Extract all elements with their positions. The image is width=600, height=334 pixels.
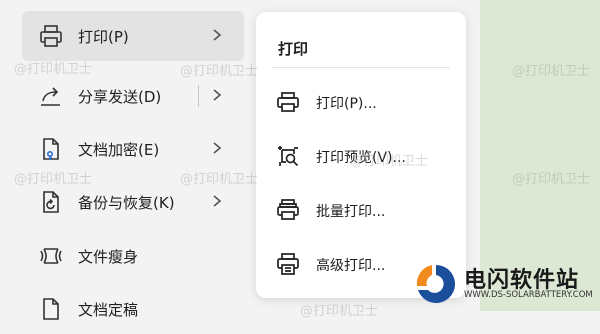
menu-item-label: 文档加密(E) <box>78 141 160 159</box>
file-menu: 打印(P) 分享发送(D) 文档加密(E) 备份与恢复(K) 文件瘦身 文档定稿 <box>0 0 252 320</box>
brand-logo-icon <box>414 262 458 306</box>
submenu-item-label: 高级打印... <box>316 258 386 274</box>
share-icon <box>38 83 64 109</box>
printer-icon <box>276 90 300 114</box>
menu-item-backup[interactable]: 备份与恢复(K) <box>22 177 244 227</box>
menu-item-file-slim[interactable]: 文件瘦身 <box>22 231 244 281</box>
chevron-right-icon <box>210 191 224 211</box>
submenu-item-batch-print[interactable]: 批量打印... <box>268 190 454 230</box>
submenu-title: 打印 <box>278 40 309 58</box>
chevron-right-icon <box>210 138 224 158</box>
advanced-print-icon <box>276 252 300 276</box>
divider <box>198 85 199 107</box>
submenu-item-print[interactable]: 打印(P)... <box>268 82 454 122</box>
menu-item-label: 文件瘦身 <box>78 248 139 266</box>
backup-icon <box>38 189 64 215</box>
menu-item-share[interactable]: 分享发送(D) <box>22 71 244 121</box>
document-finalize-icon <box>38 296 64 322</box>
submenu-item-label: 打印(P)... <box>316 96 377 112</box>
batch-print-icon <box>276 198 300 222</box>
menu-item-encrypt[interactable]: 文档加密(E) <box>22 124 244 174</box>
menu-item-label: 分享发送(D) <box>78 88 162 106</box>
file-slim-icon <box>38 243 64 269</box>
document-lock-icon <box>38 136 64 162</box>
menu-item-print[interactable]: 打印(P) <box>22 11 244 61</box>
submenu-item-print-preview[interactable]: 打印预览(V)... <box>268 136 454 176</box>
divider <box>272 67 450 68</box>
menu-item-label: 打印(P) <box>78 28 129 46</box>
menu-item-label: 文档定稿 <box>78 301 139 319</box>
submenu-item-label: 打印预览(V)... <box>316 150 406 166</box>
menu-item-label: 备份与恢复(K) <box>78 194 175 212</box>
submenu-item-label: 批量打印... <box>316 204 386 220</box>
brand-url: WWW.DS-SOLARBATTERY.COM <box>464 290 593 300</box>
printer-icon <box>38 23 64 49</box>
brand-logo-block: 电闪软件站 WWW.DS-SOLARBATTERY.COM <box>406 254 596 308</box>
watermark: @打印机卫士 <box>300 304 379 319</box>
print-preview-icon <box>276 144 300 168</box>
chevron-right-icon[interactable] <box>210 85 224 105</box>
chevron-right-icon <box>210 25 224 45</box>
menu-item-finalize[interactable]: 文档定稿 <box>22 284 244 334</box>
